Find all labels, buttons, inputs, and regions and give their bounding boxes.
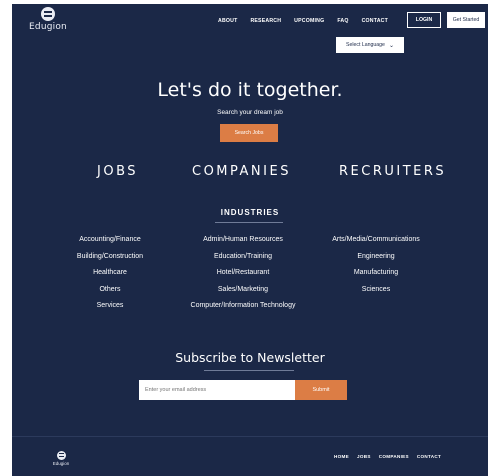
top-nav: ABOUT RESEARCH UPCOMING FAQ CONTACT bbox=[218, 13, 401, 29]
search-jobs-button[interactable]: Search Jobs bbox=[220, 124, 278, 142]
newsletter-divider bbox=[204, 370, 294, 371]
get-started-button[interactable]: Get Started bbox=[447, 12, 485, 28]
book-globe-icon bbox=[41, 7, 55, 21]
login-button[interactable]: LOGIN bbox=[407, 12, 441, 28]
footer-brand-name: Edugion bbox=[52, 461, 70, 466]
footer-divider bbox=[12, 436, 488, 437]
category-recruiters-link[interactable]: RECRUITERS bbox=[339, 164, 446, 179]
category-jobs-link[interactable]: JOBS bbox=[97, 164, 138, 179]
nav-about[interactable]: ABOUT bbox=[218, 18, 237, 24]
industries-divider bbox=[215, 222, 283, 223]
footer-link-contact[interactable]: CONTACT bbox=[417, 454, 441, 459]
industry-link[interactable]: Sciences bbox=[296, 286, 456, 303]
nav-upcoming[interactable]: UPCOMING bbox=[294, 18, 324, 24]
newsletter-heading: Subscribe to Newsletter bbox=[175, 350, 325, 365]
chevron-down-icon: ⌄ bbox=[388, 42, 394, 49]
industry-link[interactable]: Computer/Information Technology bbox=[163, 302, 323, 319]
book-globe-icon bbox=[56, 451, 66, 460]
industry-link[interactable]: Manufacturing bbox=[296, 269, 456, 286]
nav-research[interactable]: RESEARCH bbox=[250, 18, 281, 24]
brand-name: Edugion bbox=[29, 22, 67, 32]
footer-link-jobs[interactable]: JOBS bbox=[357, 454, 371, 459]
industry-link[interactable]: Arts/Media/Communications bbox=[296, 236, 456, 253]
category-companies-link[interactable]: COMPANIES bbox=[192, 164, 291, 179]
industries-heading: INDUSTRIES bbox=[220, 208, 280, 217]
footer-link-companies[interactable]: COMPANIES bbox=[379, 454, 409, 459]
language-select[interactable]: Select Language ⌄ bbox=[336, 37, 404, 53]
nav-contact[interactable]: CONTACT bbox=[362, 18, 388, 24]
hero-title: Let's do it together. bbox=[157, 79, 343, 101]
language-select-label: Select Language bbox=[346, 42, 385, 48]
nav-faq[interactable]: FAQ bbox=[337, 18, 348, 24]
footer-logo[interactable]: Edugion bbox=[49, 451, 73, 466]
footer-link-home[interactable]: HOME bbox=[334, 454, 349, 459]
hero-subtitle: Search your dream job bbox=[217, 109, 283, 116]
industries-column-3: Arts/Media/Communications Engineering Ma… bbox=[296, 236, 456, 302]
brand-logo[interactable]: Edugion bbox=[28, 7, 68, 32]
newsletter-submit-button[interactable]: Submit bbox=[295, 380, 347, 400]
page-background: Edugion ABOUT RESEARCH UPCOMING FAQ CONT… bbox=[12, 4, 488, 476]
newsletter-email-input[interactable] bbox=[139, 380, 295, 400]
footer-nav: HOME JOBS COMPANIES CONTACT bbox=[334, 454, 449, 459]
industry-link[interactable]: Engineering bbox=[296, 253, 456, 270]
